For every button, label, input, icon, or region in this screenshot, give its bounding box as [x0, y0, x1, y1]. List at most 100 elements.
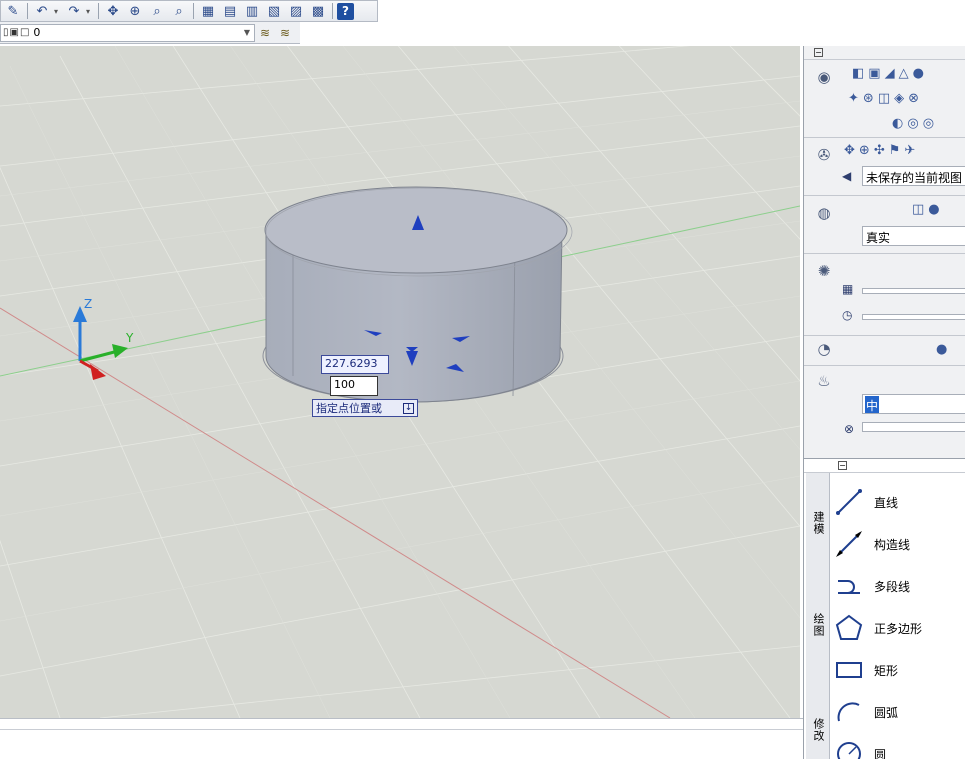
intersect-icon[interactable]: ◎	[923, 116, 934, 131]
layer-previous-icon[interactable]: ≋	[275, 24, 295, 42]
polygon-icon	[834, 613, 864, 643]
zoom-window-icon[interactable]: ⌕	[147, 1, 167, 21]
materials-icon: ◔	[817, 340, 831, 358]
cone-icon[interactable]: △	[899, 66, 909, 81]
wedge-icon[interactable]: ◢	[885, 66, 895, 81]
tool-item-rectangle[interactable]: 矩形	[834, 649, 922, 691]
tool-label: 构造线	[874, 537, 911, 552]
sheet-set-icon[interactable]: ▧	[264, 1, 284, 21]
tool-label: 多段线	[874, 579, 911, 594]
lights-section: ✺ ▦ ◷	[804, 254, 965, 336]
materials-section: ◔ ●	[804, 336, 965, 366]
toolbar-separator	[27, 3, 28, 19]
dynamic-prompt-text: 指定点位置或	[316, 402, 382, 415]
collapse-icon[interactable]: −	[838, 461, 847, 470]
markup-icon[interactable]: ▨	[286, 1, 306, 21]
prompt-options-arrow-icon[interactable]: ↓	[403, 402, 414, 414]
redo-icon[interactable]: ↷	[64, 1, 84, 21]
clock-icon: ◷	[842, 308, 853, 322]
tool-label: 直线	[874, 495, 899, 510]
wireframe-icon[interactable]: ◫	[912, 202, 924, 217]
tab-modify[interactable]: 修改	[810, 718, 826, 742]
toolbar-separator	[98, 3, 99, 19]
revolve-icon[interactable]: ⊛	[863, 91, 874, 106]
view-dropdown[interactable]: 未保存的当前视图	[862, 166, 965, 186]
orbit-icon[interactable]: ✣	[874, 143, 885, 158]
undo-icon[interactable]: ↶	[32, 1, 52, 21]
polyline-icon	[834, 571, 864, 601]
light-bulb-icon: ✺	[817, 262, 831, 280]
dynamic-input-prompt: 指定点位置或 ↓	[312, 399, 418, 417]
ucs-z-label: Z	[84, 297, 92, 311]
draw-tool-palette: − 建模 绘图 修改 直线 构造线 多段线 正多边形 矩形 圆弧 圆	[803, 458, 965, 759]
box-icon[interactable]: ◧	[852, 66, 864, 81]
properties-icon[interactable]: ▦	[198, 1, 218, 21]
draw-tool-list: 直线 构造线 多段线 正多边形 矩形 圆弧 圆	[834, 481, 922, 759]
visual-styles-tools: ◫ ●	[912, 202, 940, 217]
cube-icon[interactable]: ▣	[868, 66, 880, 81]
ucs-y-label: Y	[125, 331, 134, 345]
viewport-canvas: Z Y	[0, 46, 800, 718]
zoom-realtime-icon[interactable]: ⊕	[125, 1, 145, 21]
drawing-viewport[interactable]: Z Y 227.6293 100 指定点位置或 ↓	[0, 46, 800, 718]
render-quality-field[interactable]: 中	[862, 394, 965, 414]
tool-palette-tabs: 建模 绘图 修改	[806, 473, 830, 759]
dashboard-sections: ◉ ◧ ▣ ◢ △ ● ✦ ⊛ ◫ ◈ ⊗ ◐ ◎ ◎ ✇ ✥ ⊕ ✣ ⚑ ✈ …	[804, 60, 965, 438]
material-globe-icon[interactable]: ●	[936, 342, 947, 357]
zoom-previous-icon[interactable]: ⌕	[169, 1, 189, 21]
time-slider[interactable]	[862, 314, 965, 320]
pan-icon[interactable]: ✥	[844, 143, 855, 158]
subtract-icon[interactable]: ◎	[907, 116, 918, 131]
3d-make-section: ◉ ◧ ▣ ◢ △ ● ✦ ⊛ ◫ ◈ ⊗ ◐ ◎ ◎	[804, 60, 965, 138]
redo-dropdown-icon[interactable]: ▾	[86, 7, 94, 16]
tool-label: 正多边形	[874, 621, 923, 636]
3d-make-tools-row-3: ◐ ◎ ◎	[892, 116, 934, 131]
visual-style-dropdown[interactable]: 真实	[862, 226, 965, 246]
tool-item-polyline[interactable]: 多段线	[834, 565, 922, 607]
presspull-icon[interactable]: ⊗	[908, 91, 919, 106]
collapse-icon[interactable]: −	[814, 48, 823, 57]
tab-draw[interactable]: 绘图	[810, 613, 826, 637]
match-properties-icon[interactable]: ✎	[3, 1, 23, 21]
layer-dropdown[interactable]: ▯▣□ 0 ▼	[0, 23, 255, 42]
undo-dropdown-icon[interactable]: ▾	[54, 7, 62, 16]
walk-icon[interactable]: ⚑	[889, 143, 901, 158]
make-layer-current-icon[interactable]: ≋	[255, 24, 275, 42]
shaded-icon[interactable]: ●	[928, 202, 939, 217]
close-icon[interactable]: ⊗	[844, 422, 854, 436]
tab-modeling[interactable]: 建模	[810, 511, 826, 535]
circle-icon	[834, 739, 864, 759]
chevron-down-icon[interactable]: ▼	[240, 28, 254, 37]
date-slider[interactable]	[862, 288, 965, 294]
loft-icon[interactable]: ◈	[894, 91, 904, 106]
3d-navigate-tools: ✥ ⊕ ✣ ⚑ ✈	[844, 143, 915, 158]
construction-line-icon	[834, 529, 864, 559]
tool-item-arc[interactable]: 圆弧	[834, 691, 922, 733]
union-icon[interactable]: ◐	[892, 116, 903, 131]
sphere-icon[interactable]: ●	[913, 66, 924, 81]
tool-label: 矩形	[874, 663, 899, 678]
tool-palettes-icon[interactable]: ▥	[242, 1, 262, 21]
design-center-icon[interactable]: ▤	[220, 1, 240, 21]
visual-styles-section: ◍ ◫ ● 真实	[804, 196, 965, 254]
pan-icon[interactable]: ✥	[103, 1, 123, 21]
tool-label: 圆弧	[874, 705, 899, 720]
tool-item-construction-line[interactable]: 构造线	[834, 523, 922, 565]
tool-item-circle[interactable]: 圆	[834, 733, 922, 759]
tool-palette-header: −	[804, 459, 965, 473]
teapot-icon: ♨	[817, 372, 831, 390]
dynamic-input-length-field[interactable]: 100	[330, 376, 378, 396]
fly-icon[interactable]: ✈	[904, 143, 915, 158]
back-arrow-icon[interactable]: ◀	[842, 169, 851, 183]
extrude-icon[interactable]: ✦	[848, 91, 859, 106]
help-icon[interactable]: ?	[337, 2, 354, 20]
calculator-icon[interactable]: ▩	[308, 1, 328, 21]
render-slider[interactable]	[862, 422, 965, 432]
tool-item-polygon[interactable]: 正多边形	[834, 607, 922, 649]
dynamic-input-value: 227.6293	[321, 355, 389, 374]
toolbar-separator	[193, 3, 194, 19]
zoom-icon[interactable]: ⊕	[859, 143, 870, 158]
tool-item-line[interactable]: 直线	[834, 481, 922, 523]
sweep-icon[interactable]: ◫	[878, 91, 890, 106]
command-line-area	[0, 718, 803, 759]
